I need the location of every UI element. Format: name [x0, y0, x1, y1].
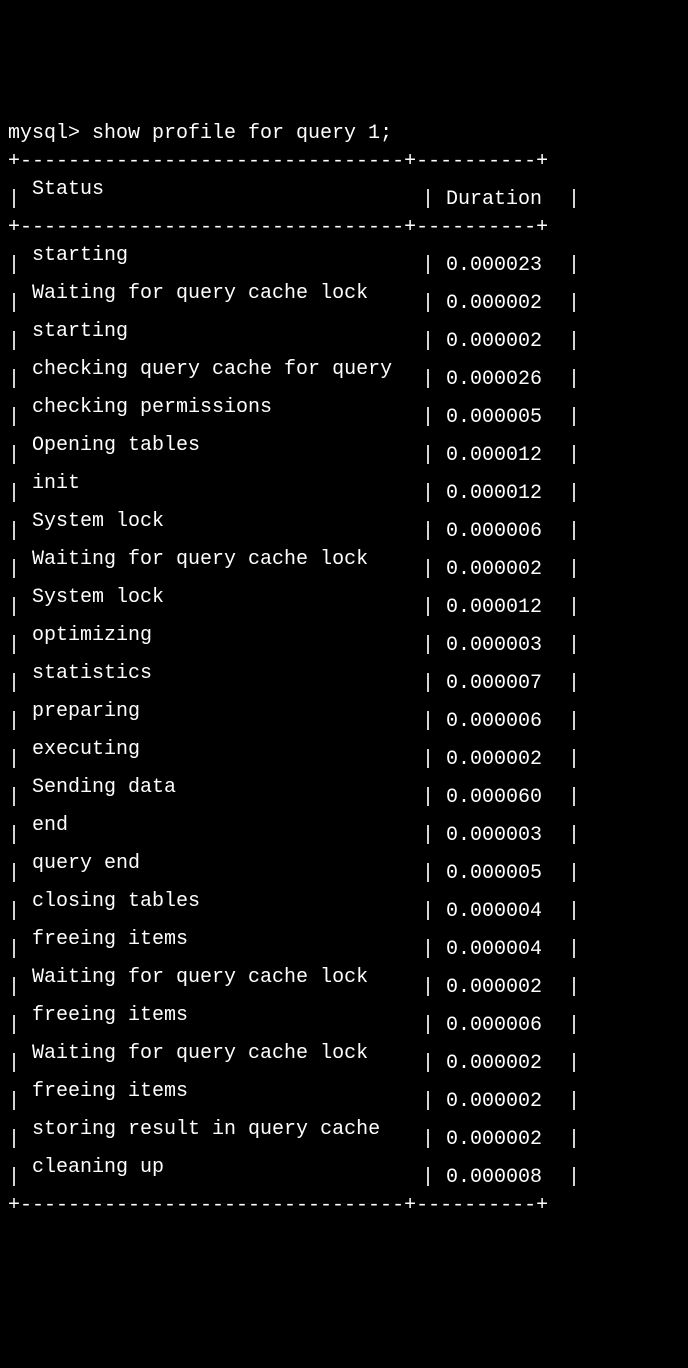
table-body: | starting| 0.000023 || Waiting for quer… — [8, 242, 680, 1192]
table-row: | checking query cache for query| 0.0000… — [8, 356, 680, 394]
status-cell: System lock — [32, 508, 422, 536]
status-cell: query end — [32, 850, 422, 878]
mysql-prompt: mysql> — [8, 122, 92, 145]
status-cell: Waiting for query cache lock — [32, 1040, 422, 1068]
table-row: | Sending data| 0.000060 | — [8, 774, 680, 812]
table-row: | Waiting for query cache lock| 0.000002… — [8, 546, 680, 584]
duration-cell: 0.000002 — [446, 1050, 556, 1078]
table-row: | Waiting for query cache lock| 0.000002… — [8, 964, 680, 1002]
duration-cell: 0.000006 — [446, 708, 556, 736]
table-row: | preparing| 0.000006 | — [8, 698, 680, 736]
table-row: | Waiting for query cache lock| 0.000002… — [8, 1040, 680, 1078]
duration-cell: 0.000002 — [446, 290, 556, 318]
border-top: +--------------------------------+------… — [8, 148, 680, 176]
header-duration: Duration — [446, 186, 556, 214]
border-bottom: +--------------------------------+------… — [8, 1192, 680, 1220]
table-row: | init| 0.000012 | — [8, 470, 680, 508]
duration-cell: 0.000012 — [446, 594, 556, 622]
table-row: | statistics| 0.000007 | — [8, 660, 680, 698]
table-row: | freeing items| 0.000002 | — [8, 1078, 680, 1116]
duration-cell: 0.000003 — [446, 632, 556, 660]
status-cell: freeing items — [32, 1002, 422, 1030]
status-cell: init — [32, 470, 422, 498]
command-line: mysql> show profile for query 1; — [8, 120, 680, 148]
duration-cell: 0.000006 — [446, 1012, 556, 1040]
duration-cell: 0.000006 — [446, 518, 556, 546]
duration-cell: 0.000002 — [446, 556, 556, 584]
table-row: | executing| 0.000002 | — [8, 736, 680, 774]
duration-cell: 0.000002 — [446, 1088, 556, 1116]
status-cell: freeing items — [32, 1078, 422, 1106]
status-cell: closing tables — [32, 888, 422, 916]
table-row: | cleaning up| 0.000008 | — [8, 1154, 680, 1192]
status-cell: executing — [32, 736, 422, 764]
status-cell: cleaning up — [32, 1154, 422, 1182]
header-status: Status — [32, 176, 422, 204]
duration-cell: 0.000012 — [446, 442, 556, 470]
table-row: | Opening tables| 0.000012 | — [8, 432, 680, 470]
duration-cell: 0.000002 — [446, 328, 556, 356]
status-cell: optimizing — [32, 622, 422, 650]
status-cell: starting — [32, 318, 422, 346]
status-cell: checking permissions — [32, 394, 422, 422]
table-row: | freeing items| 0.000004 | — [8, 926, 680, 964]
duration-cell: 0.000007 — [446, 670, 556, 698]
table-row: | System lock| 0.000006 | — [8, 508, 680, 546]
status-cell: Sending data — [32, 774, 422, 802]
duration-cell: 0.000003 — [446, 822, 556, 850]
table-row: | freeing items| 0.000006 | — [8, 1002, 680, 1040]
table-row: | optimizing| 0.000003 | — [8, 622, 680, 660]
table-row: | starting| 0.000002 | — [8, 318, 680, 356]
status-cell: Opening tables — [32, 432, 422, 460]
status-cell: System lock — [32, 584, 422, 612]
status-cell: freeing items — [32, 926, 422, 954]
table-row: | end| 0.000003 | — [8, 812, 680, 850]
status-cell: checking query cache for query — [32, 356, 422, 384]
status-cell: statistics — [32, 660, 422, 688]
duration-cell: 0.000005 — [446, 860, 556, 888]
status-cell: Waiting for query cache lock — [32, 546, 422, 574]
duration-cell: 0.000002 — [446, 746, 556, 774]
duration-cell: 0.000004 — [446, 936, 556, 964]
status-cell: Waiting for query cache lock — [32, 964, 422, 992]
table-row: | Waiting for query cache lock| 0.000002… — [8, 280, 680, 318]
header-row: | Status| Duration | — [8, 176, 680, 214]
status-cell: preparing — [32, 698, 422, 726]
status-cell: starting — [32, 242, 422, 270]
duration-cell: 0.000008 — [446, 1164, 556, 1192]
table-row: | System lock| 0.000012 | — [8, 584, 680, 622]
duration-cell: 0.000060 — [446, 784, 556, 812]
table-row: | closing tables| 0.000004 | — [8, 888, 680, 926]
duration-cell: 0.000002 — [446, 974, 556, 1002]
status-cell: end — [32, 812, 422, 840]
table-row: | storing result in query cache| 0.00000… — [8, 1116, 680, 1154]
border-header: +--------------------------------+------… — [8, 214, 680, 242]
duration-cell: 0.000005 — [446, 404, 556, 432]
table-row: | checking permissions| 0.000005 | — [8, 394, 680, 432]
command-text: show profile for query 1; — [92, 122, 392, 145]
status-cell: storing result in query cache — [32, 1116, 422, 1144]
table-row: | query end| 0.000005 | — [8, 850, 680, 888]
table-row: | starting| 0.000023 | — [8, 242, 680, 280]
duration-cell: 0.000002 — [446, 1126, 556, 1154]
duration-cell: 0.000012 — [446, 480, 556, 508]
duration-cell: 0.000004 — [446, 898, 556, 926]
duration-cell: 0.000023 — [446, 252, 556, 280]
duration-cell: 0.000026 — [446, 366, 556, 394]
status-cell: Waiting for query cache lock — [32, 280, 422, 308]
